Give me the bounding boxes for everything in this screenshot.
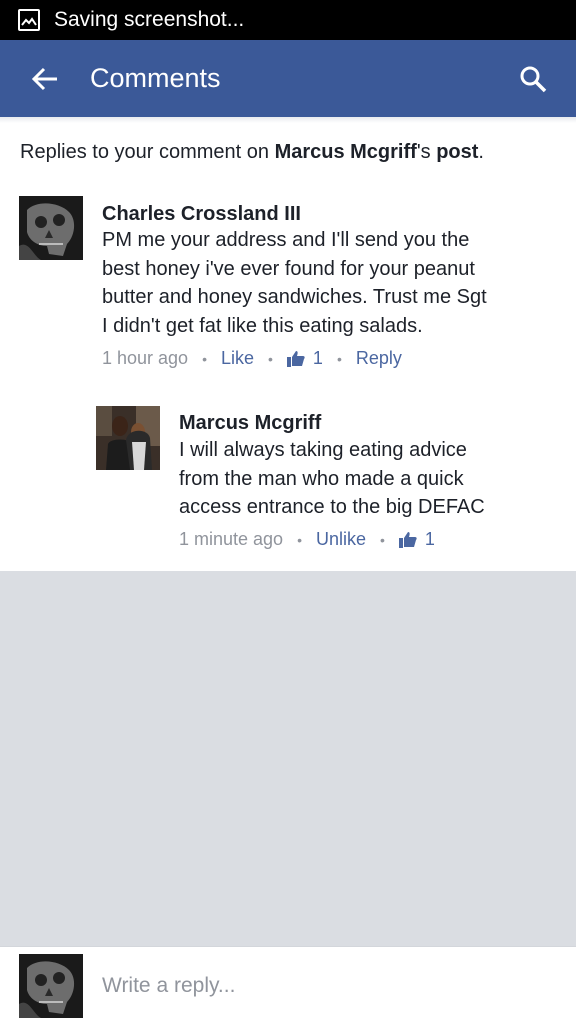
avatar — [19, 954, 83, 1018]
reply-button[interactable]: Reply — [356, 348, 402, 369]
search-icon — [520, 66, 547, 93]
comment-text: I will always taking eating advice from … — [179, 439, 485, 518]
comment-text: PM me your address and I'll send you the… — [102, 229, 487, 337]
unlike-button[interactable]: Unlike — [316, 529, 366, 550]
reply-composer — [0, 946, 576, 1024]
like-count[interactable]: 1 — [425, 529, 435, 550]
comment-timestamp: 1 hour ago — [102, 348, 189, 368]
post-author-link[interactable]: Marcus Mcgriff — [275, 141, 417, 163]
avatar[interactable] — [19, 196, 83, 260]
screenshot-icon — [18, 9, 40, 31]
empty-area — [0, 571, 576, 946]
status-text: Saving screenshot... — [54, 8, 245, 31]
thumbs-up-icon — [398, 532, 417, 548]
back-button[interactable] — [20, 54, 70, 104]
status-bar: Saving screenshot... — [0, 0, 576, 40]
page-title: Comments — [90, 63, 221, 93]
app-bar: Comments — [0, 40, 576, 117]
comment-author-name[interactable]: Charles Crossland III — [102, 203, 301, 226]
comment-author-name[interactable]: Marcus Mcgriff — [179, 412, 321, 435]
thumbs-up-icon — [286, 351, 305, 367]
comments-panel: Replies to your comment on Marcus Mcgrif… — [0, 123, 576, 571]
reply-context: Replies to your comment on Marcus Mcgrif… — [20, 141, 484, 163]
reply-input[interactable] — [102, 971, 542, 1001]
comment-timestamp: 1 minute ago — [179, 529, 284, 549]
comment-meta: 1 minute ago • Unlike • 1 — [179, 529, 435, 550]
like-button[interactable]: Like — [221, 348, 254, 369]
search-button[interactable] — [508, 54, 558, 104]
like-count[interactable]: 1 — [313, 348, 323, 369]
comment-meta: 1 hour ago • Like • 1 • Reply — [102, 348, 402, 369]
post-link[interactable]: post — [436, 141, 478, 163]
arrow-left-icon — [31, 67, 57, 90]
avatar[interactable] — [96, 406, 160, 470]
